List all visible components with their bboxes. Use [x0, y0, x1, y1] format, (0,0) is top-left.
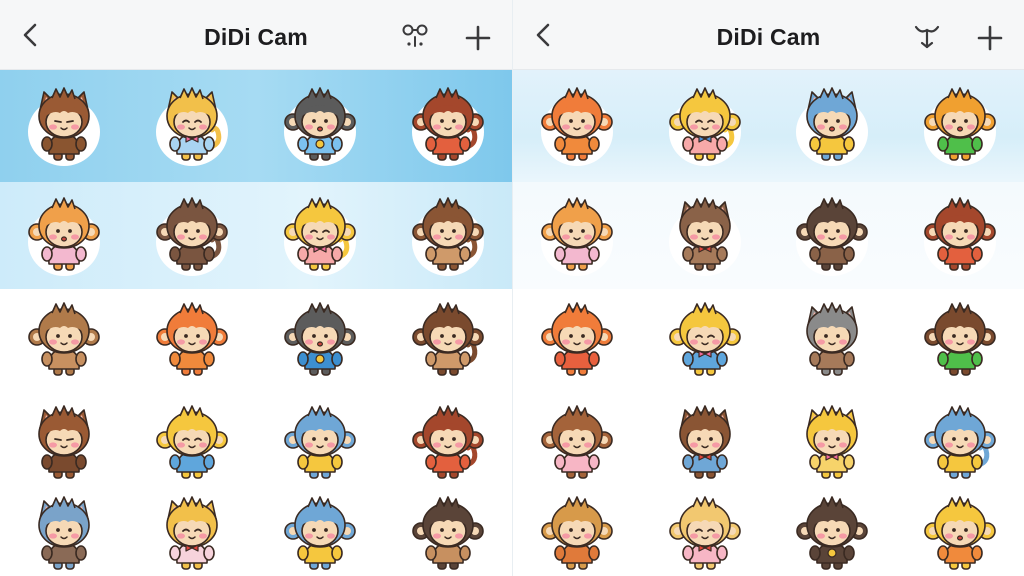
sticker-figure — [668, 496, 741, 575]
sticker-grid — [513, 70, 1024, 576]
sticker-item[interactable] — [128, 393, 256, 494]
sticker-figure — [796, 404, 869, 484]
sticker-item[interactable] — [769, 393, 897, 494]
sticker-item[interactable] — [256, 494, 384, 576]
sticker-figure — [412, 404, 484, 484]
sticker-item[interactable] — [896, 70, 1024, 182]
sticker-item[interactable] — [641, 70, 769, 182]
sticker-grid-area — [0, 70, 512, 576]
sticker-figure — [156, 87, 228, 166]
sticker-item[interactable] — [641, 494, 769, 576]
sticker-item[interactable] — [896, 494, 1024, 576]
sticker-item[interactable] — [769, 70, 897, 182]
sticker-figure — [412, 87, 484, 166]
sticker-figure — [668, 302, 741, 381]
sticker-item[interactable] — [513, 393, 641, 494]
sticker-figure — [796, 496, 869, 575]
sticker-figure — [412, 496, 484, 575]
sticker-item[interactable] — [256, 70, 384, 182]
sticker-figure — [540, 496, 613, 575]
sticker-panel-left: DiDi Cam — [0, 0, 512, 576]
sticker-item[interactable] — [256, 393, 384, 494]
sticker-figure — [668, 404, 741, 484]
sticker-item[interactable] — [0, 494, 128, 576]
sticker-item[interactable] — [641, 393, 769, 494]
sticker-item[interactable] — [128, 494, 256, 576]
sticker-figure — [796, 87, 869, 166]
sticker-item[interactable] — [0, 393, 128, 494]
sticker-item[interactable] — [896, 182, 1024, 289]
sticker-item[interactable] — [513, 70, 641, 182]
sticker-figure — [284, 196, 356, 276]
nav-bar: DiDi Cam — [0, 0, 512, 70]
sticker-item[interactable] — [384, 494, 512, 576]
sticker-grid — [0, 70, 512, 576]
sticker-item[interactable] — [0, 182, 128, 289]
page-title: DiDi Cam — [716, 24, 821, 50]
sticker-figure — [412, 196, 484, 276]
sticker-item[interactable] — [513, 289, 641, 393]
sticker-item[interactable] — [128, 289, 256, 393]
sticker-item[interactable] — [513, 494, 641, 576]
page-title: DiDi Cam — [204, 24, 308, 50]
sticker-figure — [924, 404, 997, 484]
sticker-item[interactable] — [0, 289, 128, 393]
sticker-panel-right: DiDi Cam — [512, 0, 1024, 576]
sticker-item[interactable] — [128, 70, 256, 182]
sticker-item[interactable] — [769, 494, 897, 576]
sticker-figure — [28, 196, 100, 276]
sticker-item[interactable] — [128, 182, 256, 289]
sticker-item[interactable] — [896, 393, 1024, 494]
sticker-figure — [924, 196, 997, 276]
sticker-item[interactable] — [256, 289, 384, 393]
sticker-figure — [284, 87, 356, 166]
sticker-figure — [28, 496, 100, 575]
sticker-figure — [924, 87, 997, 166]
sticker-figure — [668, 196, 741, 276]
sticker-item[interactable] — [384, 393, 512, 494]
sticker-item[interactable] — [384, 289, 512, 393]
sticker-figure — [156, 496, 228, 575]
sticker-figure — [284, 404, 356, 484]
sticker-figure — [284, 496, 356, 575]
sticker-figure — [540, 302, 613, 381]
face-filter-icon[interactable] — [400, 22, 430, 52]
sticker-item[interactable] — [384, 70, 512, 182]
sticker-item[interactable] — [513, 182, 641, 289]
nav-bar: DiDi Cam — [513, 0, 1024, 70]
sticker-item[interactable] — [896, 289, 1024, 393]
sticker-figure — [796, 196, 869, 276]
sticker-figure — [28, 404, 100, 484]
sticker-grid-area — [513, 70, 1024, 576]
sticker-figure — [796, 302, 869, 381]
plus-icon[interactable] — [464, 24, 492, 52]
sticker-figure — [668, 87, 741, 166]
sticker-figure — [156, 302, 228, 381]
sticker-item[interactable] — [0, 70, 128, 182]
sticker-figure — [540, 196, 613, 276]
sticker-item[interactable] — [384, 182, 512, 289]
sticker-item[interactable] — [769, 289, 897, 393]
sticker-figure — [540, 87, 613, 166]
sticker-item[interactable] — [256, 182, 384, 289]
sticker-figure — [924, 496, 997, 575]
sticker-figure — [28, 87, 100, 166]
sticker-figure — [924, 302, 997, 381]
split-screen: DiDi Cam DiDi Cam — [0, 0, 1024, 576]
plus-icon[interactable] — [976, 24, 1004, 52]
sticker-figure — [156, 404, 228, 484]
sticker-item[interactable] — [641, 289, 769, 393]
sticker-figure — [284, 302, 356, 381]
sticker-figure — [156, 196, 228, 276]
beauty-filter-icon[interactable] — [912, 22, 942, 52]
sticker-figure — [28, 302, 100, 381]
sticker-item[interactable] — [641, 182, 769, 289]
sticker-item[interactable] — [769, 182, 897, 289]
sticker-figure — [540, 404, 613, 484]
sticker-figure — [412, 302, 484, 381]
